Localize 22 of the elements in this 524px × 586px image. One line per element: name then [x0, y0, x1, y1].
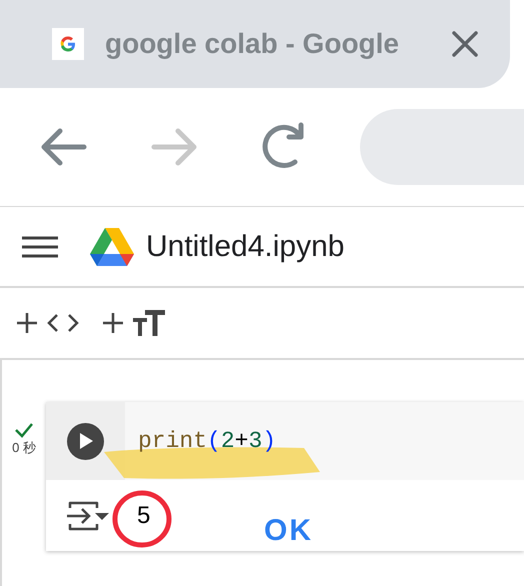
notebook-title[interactable]: Untitled4.ipynb	[146, 224, 344, 269]
circle-mark	[111, 488, 173, 550]
drive-logo-icon	[90, 226, 134, 266]
close-icon[interactable]	[452, 31, 478, 57]
text-size-icon	[133, 310, 165, 336]
menu-icon[interactable]	[22, 234, 58, 258]
output-text: 5	[137, 500, 150, 530]
play-icon	[78, 433, 92, 449]
tab-title: google colab - Google	[105, 27, 399, 61]
add-code-button[interactable]	[17, 313, 79, 333]
output-toggle-icon[interactable]	[67, 500, 109, 532]
run-button[interactable]	[67, 422, 104, 460]
handwritten-note: OK	[264, 516, 313, 546]
back-arrow-icon[interactable]	[40, 127, 88, 167]
code-brackets-icon	[47, 313, 79, 333]
code-line: print(2+3)	[138, 426, 276, 456]
execution-time: 0 秒	[12, 439, 36, 457]
google-logo-icon	[52, 28, 84, 60]
add-text-button[interactable]	[103, 310, 165, 336]
plus-icon	[103, 313, 123, 333]
plus-icon	[17, 313, 37, 333]
code-cell[interactable]: print(2+3) 5 OK	[46, 402, 524, 551]
